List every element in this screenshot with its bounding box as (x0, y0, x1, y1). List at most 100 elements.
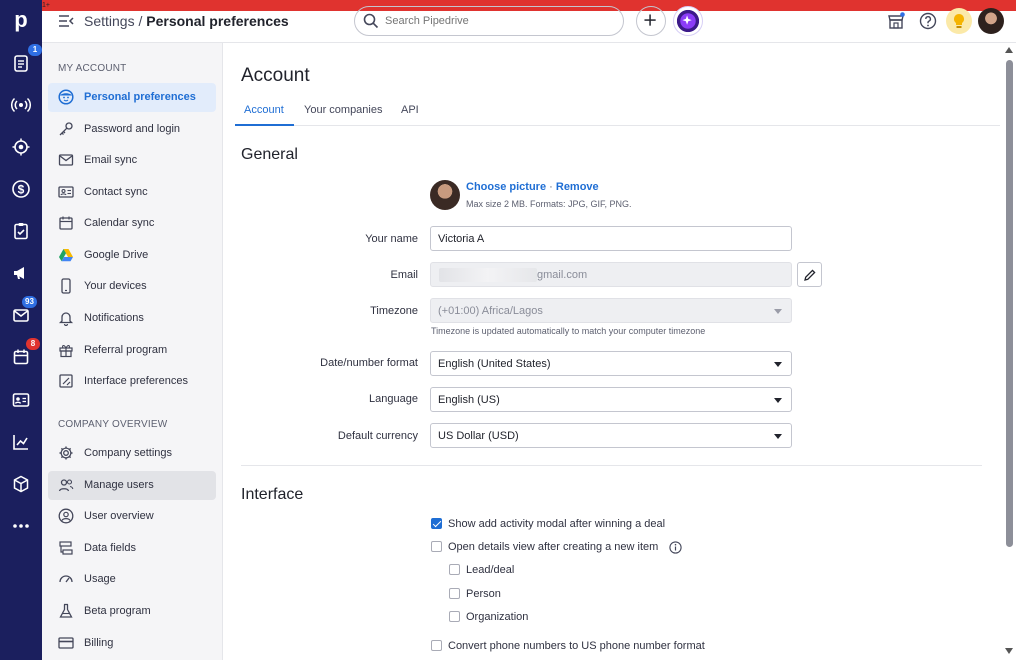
sidebar-item-label: Manage users (84, 479, 154, 491)
currency-select[interactable]: US Dollar (USD) (430, 423, 792, 448)
lead-deal-checkbox[interactable] (449, 564, 460, 575)
info-icon[interactable] (669, 541, 682, 554)
main-scrollbar[interactable] (1003, 43, 1016, 660)
tab-bar: Account Your companies API (235, 99, 1000, 126)
gauge-icon (58, 571, 74, 587)
picture-actions-separator: · (549, 181, 553, 193)
sidebar-item-label: Company settings (84, 447, 173, 459)
sidebar-item-label: Google Drive (84, 249, 149, 261)
sidebar-item-label: Email sync (84, 154, 138, 166)
sidebar-item-email-sync[interactable]: Email sync (48, 146, 216, 175)
company-overview-heading: COMPANY OVERVIEW (58, 419, 168, 430)
sidebar-item-manage-users[interactable]: Manage users (48, 471, 216, 500)
remove-picture-link[interactable]: Remove (556, 181, 599, 193)
products-icon[interactable] (11, 474, 31, 494)
currency-value: US Dollar (USD) (438, 430, 519, 442)
sidebar-item-label: Referral program (84, 344, 168, 356)
chevron-down-icon (774, 434, 782, 439)
sidebar-item-label: Your devices (84, 280, 147, 292)
main-content: Account Account Your companies API Gener… (223, 43, 1003, 660)
breadcrumb-settings[interactable]: Settings (84, 13, 135, 29)
bell-icon (58, 310, 74, 327)
sidebar-item-billing[interactable]: Billing (48, 629, 216, 658)
person-label: Person (466, 588, 501, 600)
page-title: Account (241, 65, 310, 86)
choose-picture-link[interactable]: Choose picture (466, 181, 546, 193)
search-input[interactable] (385, 12, 605, 30)
tasks-icon[interactable] (11, 221, 31, 241)
breadcrumb-current: Personal preferences (146, 13, 289, 29)
general-heading: General (241, 146, 298, 163)
more-icon[interactable] (11, 516, 31, 536)
sidebar-item-referral-program[interactable]: Referral program (48, 336, 216, 365)
sidebar-item-label: Password and login (84, 123, 181, 135)
sidebar-item-label: Usage (84, 573, 116, 585)
tab-account[interactable]: Account (244, 104, 284, 116)
campaigns-icon[interactable] (11, 263, 31, 283)
organization-checkbox[interactable] (449, 611, 460, 622)
language-select[interactable]: English (US) (430, 387, 792, 412)
deals-icon[interactable] (11, 53, 31, 73)
sidebar-item-notifications[interactable]: Notifications (48, 304, 216, 333)
app-rail: p 1 $ 93 8 (0, 0, 42, 660)
scroll-down-arrow[interactable] (1005, 648, 1013, 654)
marketplace-icon[interactable] (886, 11, 906, 31)
details-view-checkbox[interactable] (431, 541, 442, 552)
redacted-email-part (439, 268, 537, 282)
chevron-down-icon (774, 398, 782, 403)
sidebar-item-data-fields[interactable]: Data fields (48, 534, 216, 563)
sidebar-item-personal-preferences[interactable]: Personal preferences (48, 83, 216, 112)
name-field[interactable]: Victoria A (430, 226, 792, 251)
scroll-thumb[interactable] (1006, 60, 1013, 547)
user-avatar[interactable] (978, 8, 1004, 34)
sidebar-item-interface-preferences[interactable]: Interface preferences (48, 367, 216, 396)
calendar-icon[interactable] (11, 347, 31, 367)
sidebar-item-user-overview[interactable]: User overview (48, 502, 216, 531)
picture-hint: Max size 2 MB. Formats: JPG, GIF, PNG. (466, 199, 632, 209)
activity-modal-checkbox[interactable] (431, 518, 442, 529)
collapse-menu-icon[interactable] (58, 13, 74, 29)
tab-api[interactable]: API (401, 104, 419, 116)
sidebar-item-usage[interactable]: Usage (48, 565, 216, 594)
search-box[interactable] (354, 6, 624, 36)
scroll-up-arrow[interactable] (1005, 47, 1013, 53)
sidebar-item-beta-program[interactable]: Beta program (48, 597, 216, 626)
gift-icon (58, 342, 74, 358)
edit-email-button[interactable] (797, 262, 822, 287)
lead-deal-label: Lead/deal (466, 564, 515, 576)
sidebar-item-label: Interface preferences (84, 375, 188, 387)
users-icon (58, 477, 74, 493)
mail-icon[interactable] (11, 305, 31, 325)
insights-icon[interactable] (11, 432, 31, 452)
sidebar-item-contact-sync[interactable]: Contact sync (48, 178, 216, 207)
focus-icon[interactable] (11, 137, 31, 157)
sidebar-item-password-and-login[interactable]: Password and login (48, 115, 216, 144)
name-label: Your name (365, 233, 418, 245)
contacts-icon[interactable] (11, 390, 31, 410)
sidebar-item-google-drive[interactable]: Google Drive (48, 241, 216, 270)
ai-assistant-button[interactable] (673, 6, 703, 36)
tab-your-companies[interactable]: Your companies (304, 104, 382, 116)
activity-modal-label: Show add activity modal after winning a … (448, 518, 666, 530)
sidebar-item-label: Calendar sync (84, 217, 155, 229)
settings-sidebar: MY ACCOUNT Personal preferences Password… (42, 43, 223, 660)
date-format-select[interactable]: English (United States) (430, 351, 792, 376)
person-checkbox[interactable] (449, 588, 460, 599)
sidebar-item-label: Billing (84, 637, 114, 649)
pipedrive-logo[interactable]: p (9, 8, 33, 32)
sidebar-item-your-devices[interactable]: Your devices (48, 272, 216, 301)
section-divider (241, 465, 982, 466)
sidebar-item-label: User overview (84, 510, 154, 522)
dollar-icon[interactable]: $ (11, 179, 31, 199)
gear-icon (58, 445, 74, 461)
credit-card-icon (58, 635, 74, 651)
sidebar-item-label: Contact sync (84, 186, 148, 198)
phone-format-checkbox[interactable] (431, 640, 442, 651)
name-value: Victoria A (438, 233, 485, 245)
leads-icon[interactable] (10, 95, 32, 115)
sidebar-item-calendar-sync[interactable]: Calendar sync (48, 209, 216, 238)
sidebar-item-company-settings[interactable]: Company settings (48, 439, 216, 468)
help-icon[interactable] (918, 11, 938, 31)
tips-button[interactable] (946, 8, 972, 34)
add-button[interactable] (636, 6, 666, 36)
